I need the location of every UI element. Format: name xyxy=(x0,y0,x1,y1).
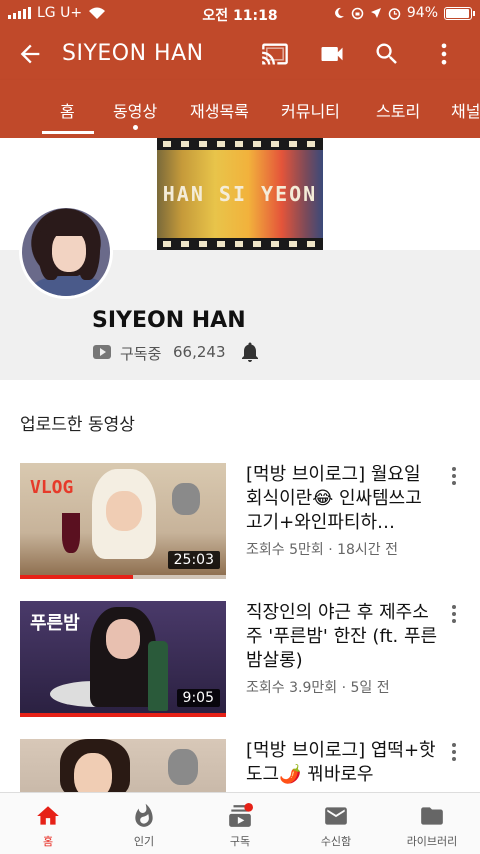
moon-icon xyxy=(334,7,344,18)
tab-channels[interactable]: 채널 xyxy=(451,98,480,122)
home-icon xyxy=(37,806,59,825)
battery-icon xyxy=(444,6,475,20)
channel-avatar[interactable] xyxy=(19,205,113,299)
status-right: 94% xyxy=(333,5,475,21)
alarm-icon xyxy=(388,7,401,20)
film-strip-bottom xyxy=(157,238,323,250)
video-title[interactable]: 직장인의 야근 후 제주소주 '푸른밤' 한잔 (ft. 푸른밤살롱) xyxy=(246,601,442,673)
video-thumbnail[interactable]: VLOG 25:03 xyxy=(20,463,226,579)
video-more-icon[interactable] xyxy=(447,741,461,761)
battery-fill xyxy=(446,8,469,18)
watch-progress-bar xyxy=(20,713,226,717)
library-icon xyxy=(421,807,443,825)
trending-icon xyxy=(135,803,153,827)
cat-sticker xyxy=(168,749,198,785)
nav-label: 인기 xyxy=(133,835,155,848)
inbox-icon xyxy=(325,807,347,825)
battery-percent: 94% xyxy=(406,5,438,21)
channel-title: SIYEON HAN xyxy=(62,41,204,66)
active-tab-indicator xyxy=(42,131,94,134)
cat-sticker xyxy=(172,483,200,515)
nav-label: 홈 xyxy=(42,835,54,848)
video-meta: 조회수 3.9만회 · 5일 전 xyxy=(246,680,390,696)
nav-library[interactable]: 라이브러리 xyxy=(384,793,480,854)
tab-community[interactable]: 커뮤니티 xyxy=(281,98,340,122)
more-vert-icon[interactable] xyxy=(430,40,458,68)
back-arrow-icon[interactable] xyxy=(16,40,44,68)
nav-home[interactable]: 홈 xyxy=(0,793,96,854)
channel-tabs: 홈 동영상 재생목록 커뮤니티 스토리 채널 xyxy=(0,80,480,138)
video-item[interactable]: 푸른밤 9:05 직장인의 야근 후 제주소주 '푸른밤' 한잔 (ft. 푸른… xyxy=(0,601,480,721)
uploads-section-title: 업로드한 동영상 xyxy=(20,415,135,435)
tab-playlists[interactable]: 재생목록 xyxy=(190,98,249,122)
video-title[interactable]: [먹방 브이로그] 월요일 회식이란😂 인싸템쓰고 고기+와인파티하… xyxy=(246,463,442,535)
video-thumbnail[interactable]: 푸른밤 9:05 xyxy=(20,601,226,717)
location-icon xyxy=(370,8,381,18)
youtube-play-icon xyxy=(93,345,111,359)
nav-label: 수신함 xyxy=(320,835,352,848)
cast-icon[interactable] xyxy=(261,40,289,68)
subscriptions-icon xyxy=(229,803,253,827)
soju-bottle xyxy=(148,641,168,711)
video-duration: 9:05 xyxy=(176,689,220,707)
thumbnail-title-text: 푸른밤 xyxy=(30,613,80,634)
nav-subscriptions[interactable]: 구독 xyxy=(192,793,288,854)
subscribed-label[interactable]: 구독중 xyxy=(120,343,161,364)
nav-label: 라이브러리 xyxy=(406,835,458,848)
status-bar: LG U+ 오전 11:18 94% xyxy=(0,0,480,28)
camera-icon[interactable] xyxy=(318,40,346,68)
video-duration: 25:03 xyxy=(167,551,220,569)
rotation-lock-icon xyxy=(351,7,364,19)
video-more-icon[interactable] xyxy=(447,603,461,623)
nav-trending[interactable]: 인기 xyxy=(96,793,192,854)
thumbnail-vlog-text: VLOG xyxy=(30,477,74,498)
video-more-icon[interactable] xyxy=(447,465,461,485)
nav-inbox[interactable]: 수신함 xyxy=(288,793,384,854)
nav-label: 구독 xyxy=(229,835,251,848)
watch-progress-bar xyxy=(20,575,134,579)
video-meta: 조회수 5만회 · 18시간 전 xyxy=(246,542,399,558)
new-content-dot xyxy=(133,125,138,130)
app-bar: SIYEON HAN xyxy=(0,28,480,80)
search-icon[interactable] xyxy=(373,40,401,68)
subscriber-count: 66,243 xyxy=(173,343,226,361)
video-item[interactable]: VLOG 25:03 [먹방 브이로그] 월요일 회식이란😂 인싸템쓰고 고기+… xyxy=(0,463,480,583)
channel-banner: HAN SI YEON xyxy=(157,138,323,250)
bottom-navigation: 홈 인기 구독 수신함 라이브러리 xyxy=(0,792,480,854)
notification-bell-icon[interactable] xyxy=(238,339,262,365)
film-strip-top xyxy=(157,138,323,150)
banner-text: HAN SI YEON xyxy=(162,182,318,206)
tab-videos[interactable]: 동영상 xyxy=(113,98,157,122)
tab-home[interactable]: 홈 xyxy=(60,98,75,122)
channel-name: SIYEON HAN xyxy=(92,308,246,333)
tab-stories[interactable]: 스토리 xyxy=(376,98,420,122)
